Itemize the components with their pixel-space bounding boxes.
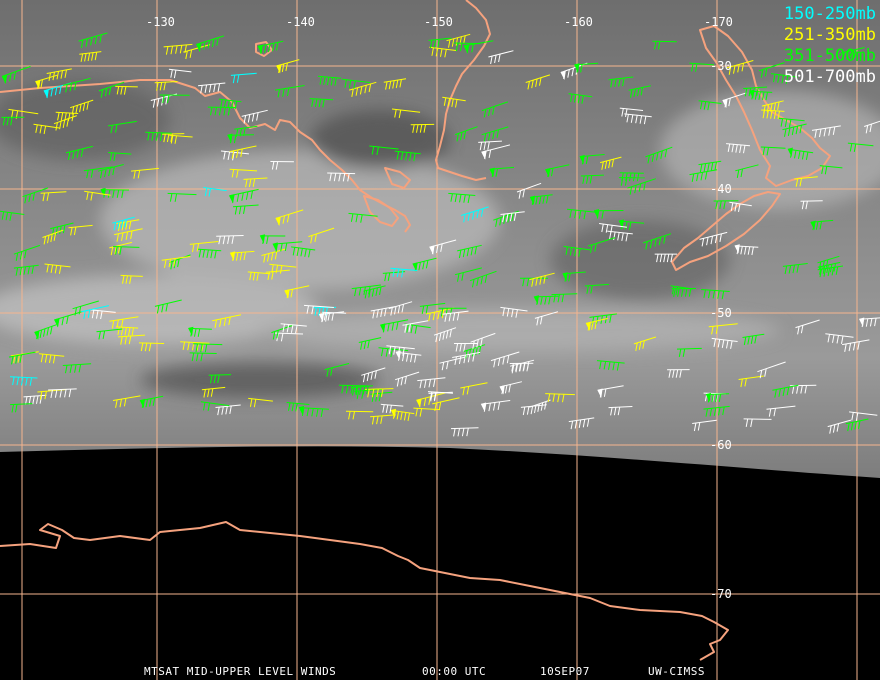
lat-label-60: -60	[710, 438, 732, 452]
coast-antarctica	[0, 521, 729, 661]
legend-150-250mb: 150-250mb	[783, 4, 876, 24]
lon-label-160: -160	[564, 15, 593, 29]
water-vapor-map: -130 -140 -150 -160 -170 -30 -40 -50 -60…	[0, 0, 880, 680]
footer-time: 00:00 UTC	[422, 665, 487, 678]
legend-351-500mb: 351-500mb	[783, 46, 876, 66]
lon-label-170: -170	[704, 15, 733, 29]
lon-label-150: -150	[424, 15, 453, 29]
satellite-map-canvas	[0, 0, 880, 680]
legend-501-700mb: 501-700mb	[783, 67, 876, 87]
lon-label-130: -130	[146, 15, 175, 29]
footer-caption: MTSAT MID-UPPER LEVEL WINDS 00:00 UTC 10…	[0, 664, 880, 680]
lat-label-70: -70	[710, 587, 732, 601]
footer-source: UW-CIMSS	[648, 665, 705, 678]
lat-label-40: -40	[710, 182, 732, 196]
lat-label-50: -50	[710, 306, 732, 320]
footer-product: MTSAT MID-UPPER LEVEL WINDS	[144, 665, 337, 678]
footer-date: 10SEP07	[540, 665, 590, 678]
lon-label-140: -140	[286, 15, 315, 29]
lat-label-30: -30	[710, 59, 732, 73]
legend-251-350mb: 251-350mb	[783, 25, 876, 45]
